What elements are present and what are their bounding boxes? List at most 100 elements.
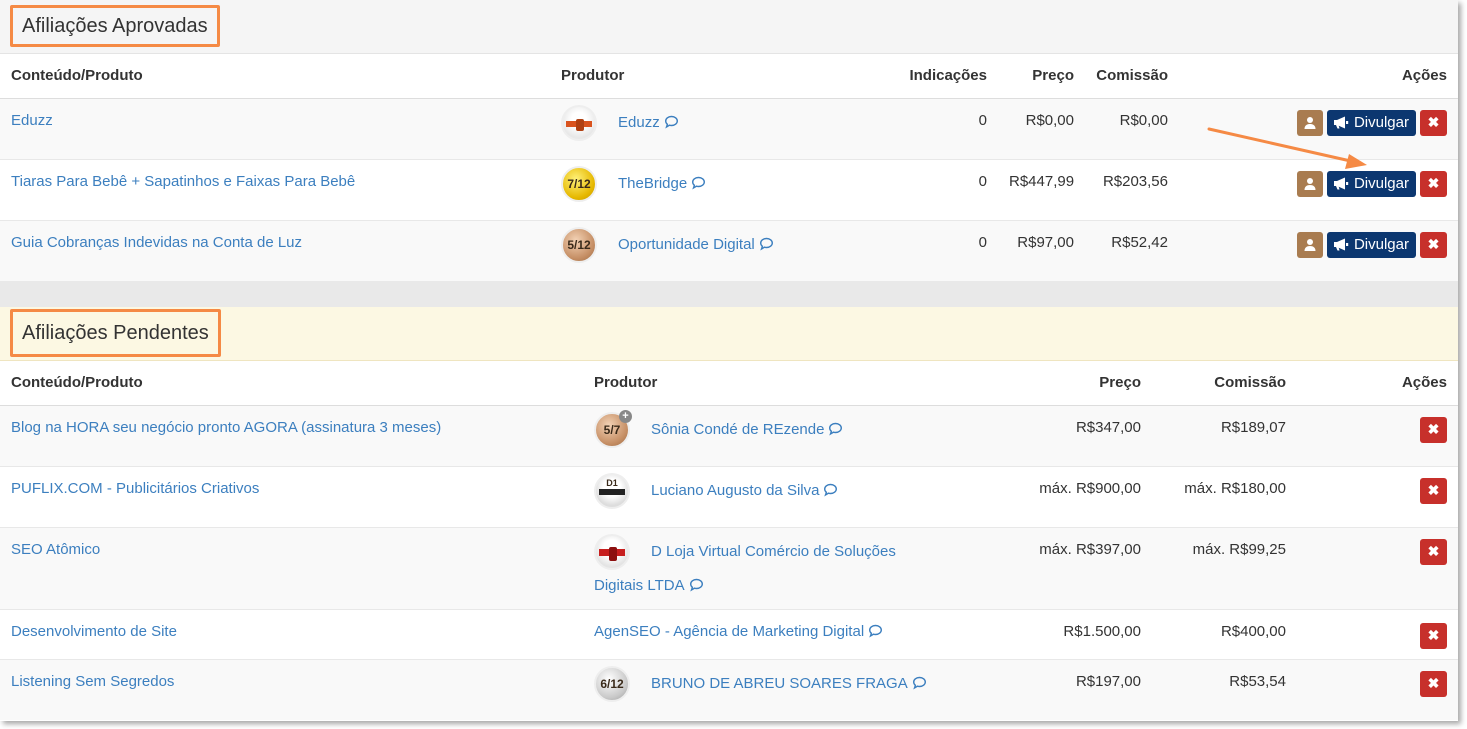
close-icon: ✖: [1427, 114, 1440, 130]
approved-panel-header: Afiliações Aprovadas: [0, 0, 1458, 54]
price-value: R$447,99: [998, 158, 1085, 220]
col-content: Conteúdo/Produto: [0, 54, 550, 99]
price-value: R$347,00: [951, 404, 1152, 466]
producer-profile-button[interactable]: [1296, 109, 1323, 136]
red-belt-badge-icon: [594, 533, 630, 570]
close-icon: ✖: [1427, 627, 1440, 643]
col-producer: Produtor: [550, 54, 870, 99]
close-icon: ✖: [1427, 236, 1440, 252]
commission-value: máx. R$180,00: [1152, 465, 1297, 527]
producer-link[interactable]: Eduzz: [618, 114, 679, 131]
table-row: PUFLIX.COM - Publicitários Criativos D1 …: [0, 465, 1458, 527]
commission-value: R$203,56: [1085, 158, 1179, 220]
comment-icon: [759, 237, 773, 251]
product-link[interactable]: Guia Cobranças Indevidas na Conta de Luz: [11, 234, 302, 251]
commission-value: R$52,42: [1085, 219, 1179, 281]
table-row: Eduzz Eduzz 0 R$0,00 R$0,00 Divulgar ✖: [0, 97, 1458, 159]
price-value: R$97,00: [998, 219, 1085, 281]
product-link[interactable]: SEO Atômico: [11, 541, 100, 558]
page-frame: Afiliações Aprovadas Conteúdo/Produto Pr…: [0, 0, 1458, 721]
bullhorn-icon: [1333, 116, 1349, 129]
col-referrals: Indicações: [870, 54, 998, 99]
comment-icon: [692, 176, 706, 190]
bronze-badge-icon: 5/7 +: [594, 409, 632, 448]
bullhorn-icon: [1333, 238, 1349, 251]
price-value: R$0,00: [998, 97, 1085, 159]
gold-badge-icon: 7/12: [561, 165, 597, 202]
referrals-value: 0: [870, 97, 998, 159]
approved-panel: Afiliações Aprovadas Conteúdo/Produto Pr…: [0, 0, 1458, 281]
producer-link[interactable]: TheBridge: [618, 175, 706, 192]
commission-value: R$189,07: [1152, 404, 1297, 466]
delete-button[interactable]: ✖: [1420, 109, 1447, 136]
col-commission: Comissão: [1085, 54, 1179, 99]
pending-panel: Afiliações Pendentes Conteúdo/Produto Pr…: [0, 307, 1458, 721]
producer-link-continued[interactable]: Digitais LTDA: [594, 577, 940, 594]
comment-icon: [829, 422, 843, 436]
bronze-badge-icon: 5/12: [561, 226, 597, 263]
col-actions: Ações: [1179, 54, 1458, 99]
close-icon: ✖: [1427, 675, 1440, 691]
delete-button[interactable]: ✖: [1420, 670, 1447, 697]
table-row: SEO Atômico D Loja Virtual Comércio de S…: [0, 526, 1458, 609]
delete-button[interactable]: ✖: [1420, 231, 1447, 258]
price-value: R$197,00: [951, 658, 1152, 720]
bullhorn-icon: [1333, 177, 1349, 190]
producer-profile-button[interactable]: [1296, 170, 1323, 197]
promote-button[interactable]: Divulgar: [1326, 170, 1416, 197]
silver-badge-icon: 6/12: [594, 665, 630, 702]
delete-button[interactable]: ✖: [1420, 416, 1447, 443]
comment-icon: [824, 483, 838, 497]
col-content: Conteúdo/Produto: [0, 361, 583, 406]
commission-value: R$53,54: [1152, 658, 1297, 720]
pending-title: Afiliações Pendentes: [10, 309, 221, 357]
commission-value: R$0,00: [1085, 97, 1179, 159]
producer-link[interactable]: BRUNO DE ABREU SOARES FRAGA: [651, 675, 927, 692]
close-icon: ✖: [1427, 543, 1440, 559]
table-row: Tiaras Para Bebê + Sapatinhos e Faixas P…: [0, 158, 1458, 220]
producer-link[interactable]: D Loja Virtual Comércio de Soluções: [651, 543, 896, 560]
product-link[interactable]: PUFLIX.COM - Publicitários Criativos: [11, 480, 259, 497]
approved-table: Conteúdo/Produto Produtor Indicações Pre…: [0, 54, 1458, 281]
user-icon: [1304, 178, 1316, 190]
col-price: Preço: [998, 54, 1085, 99]
close-icon: ✖: [1427, 482, 1440, 498]
pending-header-row: Conteúdo/Produto Produtor Preço Comissão…: [0, 361, 1458, 406]
approved-header-row: Conteúdo/Produto Produtor Indicações Pre…: [0, 54, 1458, 99]
table-row: Blog na HORA seu negócio pronto AGORA (a…: [0, 404, 1458, 466]
product-link[interactable]: Listening Sem Segredos: [11, 673, 174, 690]
user-icon: [1304, 117, 1316, 129]
close-icon: ✖: [1427, 421, 1440, 437]
product-link[interactable]: Eduzz: [11, 112, 53, 129]
comment-icon: [689, 578, 703, 592]
col-commission: Comissão: [1152, 361, 1297, 406]
black-badge-icon: D1: [594, 472, 630, 509]
promote-button[interactable]: Divulgar: [1326, 231, 1416, 258]
producer-profile-button[interactable]: [1296, 231, 1323, 258]
col-actions: Ações: [1297, 361, 1458, 406]
comment-icon: [912, 676, 926, 690]
price-value: máx. R$397,00: [951, 526, 1152, 609]
eduzz-badge-icon: [561, 104, 597, 141]
product-link[interactable]: Blog na HORA seu negócio pronto AGORA (a…: [11, 419, 441, 436]
delete-button[interactable]: ✖: [1420, 622, 1447, 649]
commission-value: máx. R$99,25: [1152, 526, 1297, 609]
table-row: Desenvolvimento de Site AgenSEO - Agênci…: [0, 608, 1458, 659]
table-row: Listening Sem Segredos 6/12 BRUNO DE ABR…: [0, 658, 1458, 720]
delete-button[interactable]: ✖: [1420, 477, 1447, 504]
delete-button[interactable]: ✖: [1420, 538, 1447, 565]
producer-link[interactable]: AgenSEO - Agência de Marketing Digital: [594, 623, 883, 640]
user-icon: [1304, 239, 1316, 251]
producer-link[interactable]: Oportunidade Digital: [618, 236, 774, 253]
product-link[interactable]: Tiaras Para Bebê + Sapatinhos e Faixas P…: [11, 173, 355, 190]
promote-button[interactable]: Divulgar: [1326, 109, 1416, 136]
approved-title: Afiliações Aprovadas: [10, 5, 220, 47]
comment-icon: [664, 115, 678, 129]
delete-button[interactable]: ✖: [1420, 170, 1447, 197]
product-link[interactable]: Desenvolvimento de Site: [11, 623, 177, 640]
producer-link[interactable]: Luciano Augusto da Silva: [651, 482, 838, 499]
referrals-value: 0: [870, 219, 998, 281]
producer-link[interactable]: Sônia Condé de REzende: [651, 421, 843, 438]
price-value: máx. R$900,00: [951, 465, 1152, 527]
pending-panel-header: Afiliações Pendentes: [0, 307, 1458, 361]
